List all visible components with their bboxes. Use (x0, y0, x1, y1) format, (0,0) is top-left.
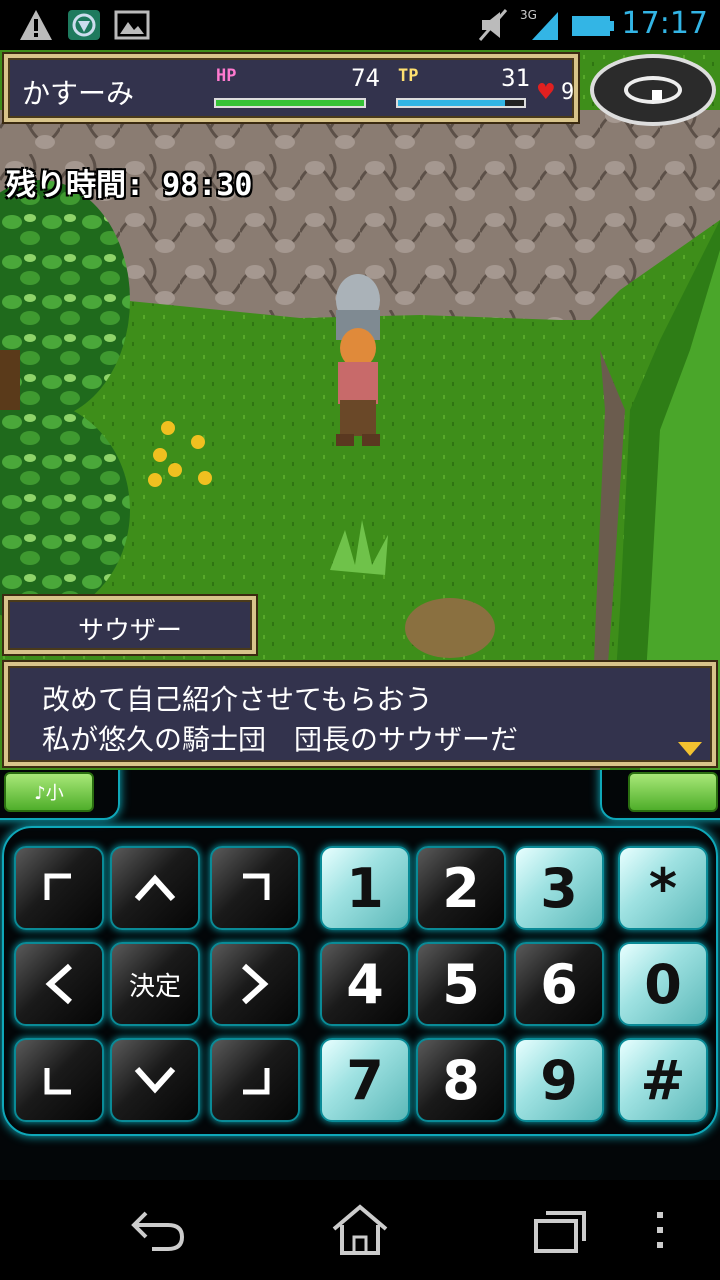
key-5-button[interactable]: 5 (416, 942, 506, 1026)
heart-icon: ♥ (536, 80, 556, 105)
key-7-button[interactable]: 7 (320, 1038, 410, 1122)
key-star-label: * (648, 856, 678, 920)
key-hash-button[interactable]: # (618, 1038, 708, 1122)
recent-apps-icon (534, 1211, 586, 1253)
key-8-button[interactable]: 8 (416, 1038, 506, 1122)
soft-key-right-button[interactable] (628, 772, 718, 812)
image-icon (114, 10, 150, 40)
menu-icon (657, 1212, 663, 1248)
next-arrow-icon (678, 742, 702, 756)
compass-icon[interactable] (590, 54, 716, 126)
tp-gauge: TP 31 (388, 64, 534, 114)
key-hash-label: # (640, 1048, 686, 1112)
chevron-right-icon (241, 963, 269, 1005)
mute-icon (478, 9, 508, 41)
dpad-right-button[interactable] (210, 942, 300, 1026)
speaker-name: サウザー (77, 616, 182, 646)
volume-button[interactable]: ♪小 (4, 772, 94, 812)
dialog-line-2: 私が悠久の騎士団 団長のサウザーだ (42, 723, 519, 756)
key-2-button[interactable]: 2 (416, 846, 506, 930)
status-bar: 3G 17:17 (0, 0, 720, 50)
menu-button[interactable] (640, 1200, 680, 1260)
key-star-button[interactable]: * (618, 846, 708, 930)
chevron-left-icon (45, 963, 73, 1005)
corner-up-left-icon (44, 873, 71, 900)
signal-icon (532, 12, 558, 40)
dpad-down-button[interactable] (110, 1038, 200, 1122)
key-2-label: 2 (442, 856, 480, 920)
dpad-down-left-button[interactable] (14, 1038, 104, 1122)
dialog-box[interactable]: 改めて自己紹介させてもらおう 私が悠久の騎士団 団長のサウザーだ (4, 662, 716, 766)
home-icon (332, 1204, 388, 1255)
status-hud: かすーみ HP 74 TP 31 ♥ 9 (4, 54, 578, 122)
key-4-label: 4 (346, 952, 384, 1016)
back-button[interactable] (118, 1200, 198, 1260)
tp-value: 31 (501, 64, 530, 92)
key-1-label: 1 (346, 856, 384, 920)
recent-apps-button[interactable] (520, 1200, 600, 1260)
chevron-up-icon (134, 874, 176, 902)
hp-bar-fill (216, 100, 364, 106)
hp-label: HP (216, 66, 237, 86)
key-6-button[interactable]: 6 (514, 942, 604, 1026)
key-9-label: 9 (540, 1048, 578, 1112)
heart-count: 9 (561, 80, 575, 105)
dpad-down-right-button[interactable] (210, 1038, 300, 1122)
home-button[interactable] (320, 1200, 400, 1260)
corner-down-right-icon (243, 1068, 270, 1095)
dpad-up-left-button[interactable] (14, 846, 104, 930)
dpad-up-button[interactable] (110, 846, 200, 930)
key-3-label: 3 (540, 856, 578, 920)
warning-icon (20, 10, 52, 40)
shield-app-icon (68, 10, 100, 40)
virtual-controller: ♪小 決定 1 2 3 * 4 5 6 0 7 8 9 # (0, 770, 720, 1180)
dpad-up-right-button[interactable] (210, 846, 300, 930)
key-9-button[interactable]: 9 (514, 1038, 604, 1122)
ok-button[interactable]: 決定 (110, 942, 200, 1026)
key-6-label: 6 (540, 952, 578, 1016)
key-0-button[interactable]: 0 (618, 942, 708, 1026)
player-name: かすーみ (22, 77, 135, 110)
key-3-button[interactable]: 3 (514, 846, 604, 930)
key-0-label: 0 (644, 952, 682, 1016)
battery-icon (572, 16, 614, 36)
hp-gauge: HP 74 (206, 64, 384, 114)
speaker-nameplate: サウザー (4, 596, 256, 654)
back-icon (131, 1211, 185, 1251)
corner-up-right-icon (243, 873, 270, 900)
key-4-button[interactable]: 4 (320, 942, 410, 1026)
key-1-button[interactable]: 1 (320, 846, 410, 930)
tp-label: TP (398, 66, 419, 86)
game-viewport[interactable]: かすーみ HP 74 TP 31 ♥ 9 残り時間: 98:30 サウザー 改め… (0, 50, 720, 770)
clock: 17:17 (621, 6, 708, 41)
dpad-left-button[interactable] (14, 942, 104, 1026)
tp-bar-fill (398, 100, 506, 106)
chevron-down-icon (134, 1066, 176, 1094)
hp-value: 74 (351, 64, 380, 92)
dialog-line-1: 改めて自己紹介させてもらおう (42, 683, 433, 716)
key-8-label: 8 (442, 1048, 480, 1112)
remaining-time: 残り時間: 98:30 (6, 168, 253, 203)
navigation-bar (0, 1180, 720, 1280)
key-7-label: 7 (346, 1048, 384, 1112)
corner-down-left-icon (44, 1068, 71, 1095)
key-5-label: 5 (442, 952, 480, 1016)
player-sprite (336, 328, 380, 446)
